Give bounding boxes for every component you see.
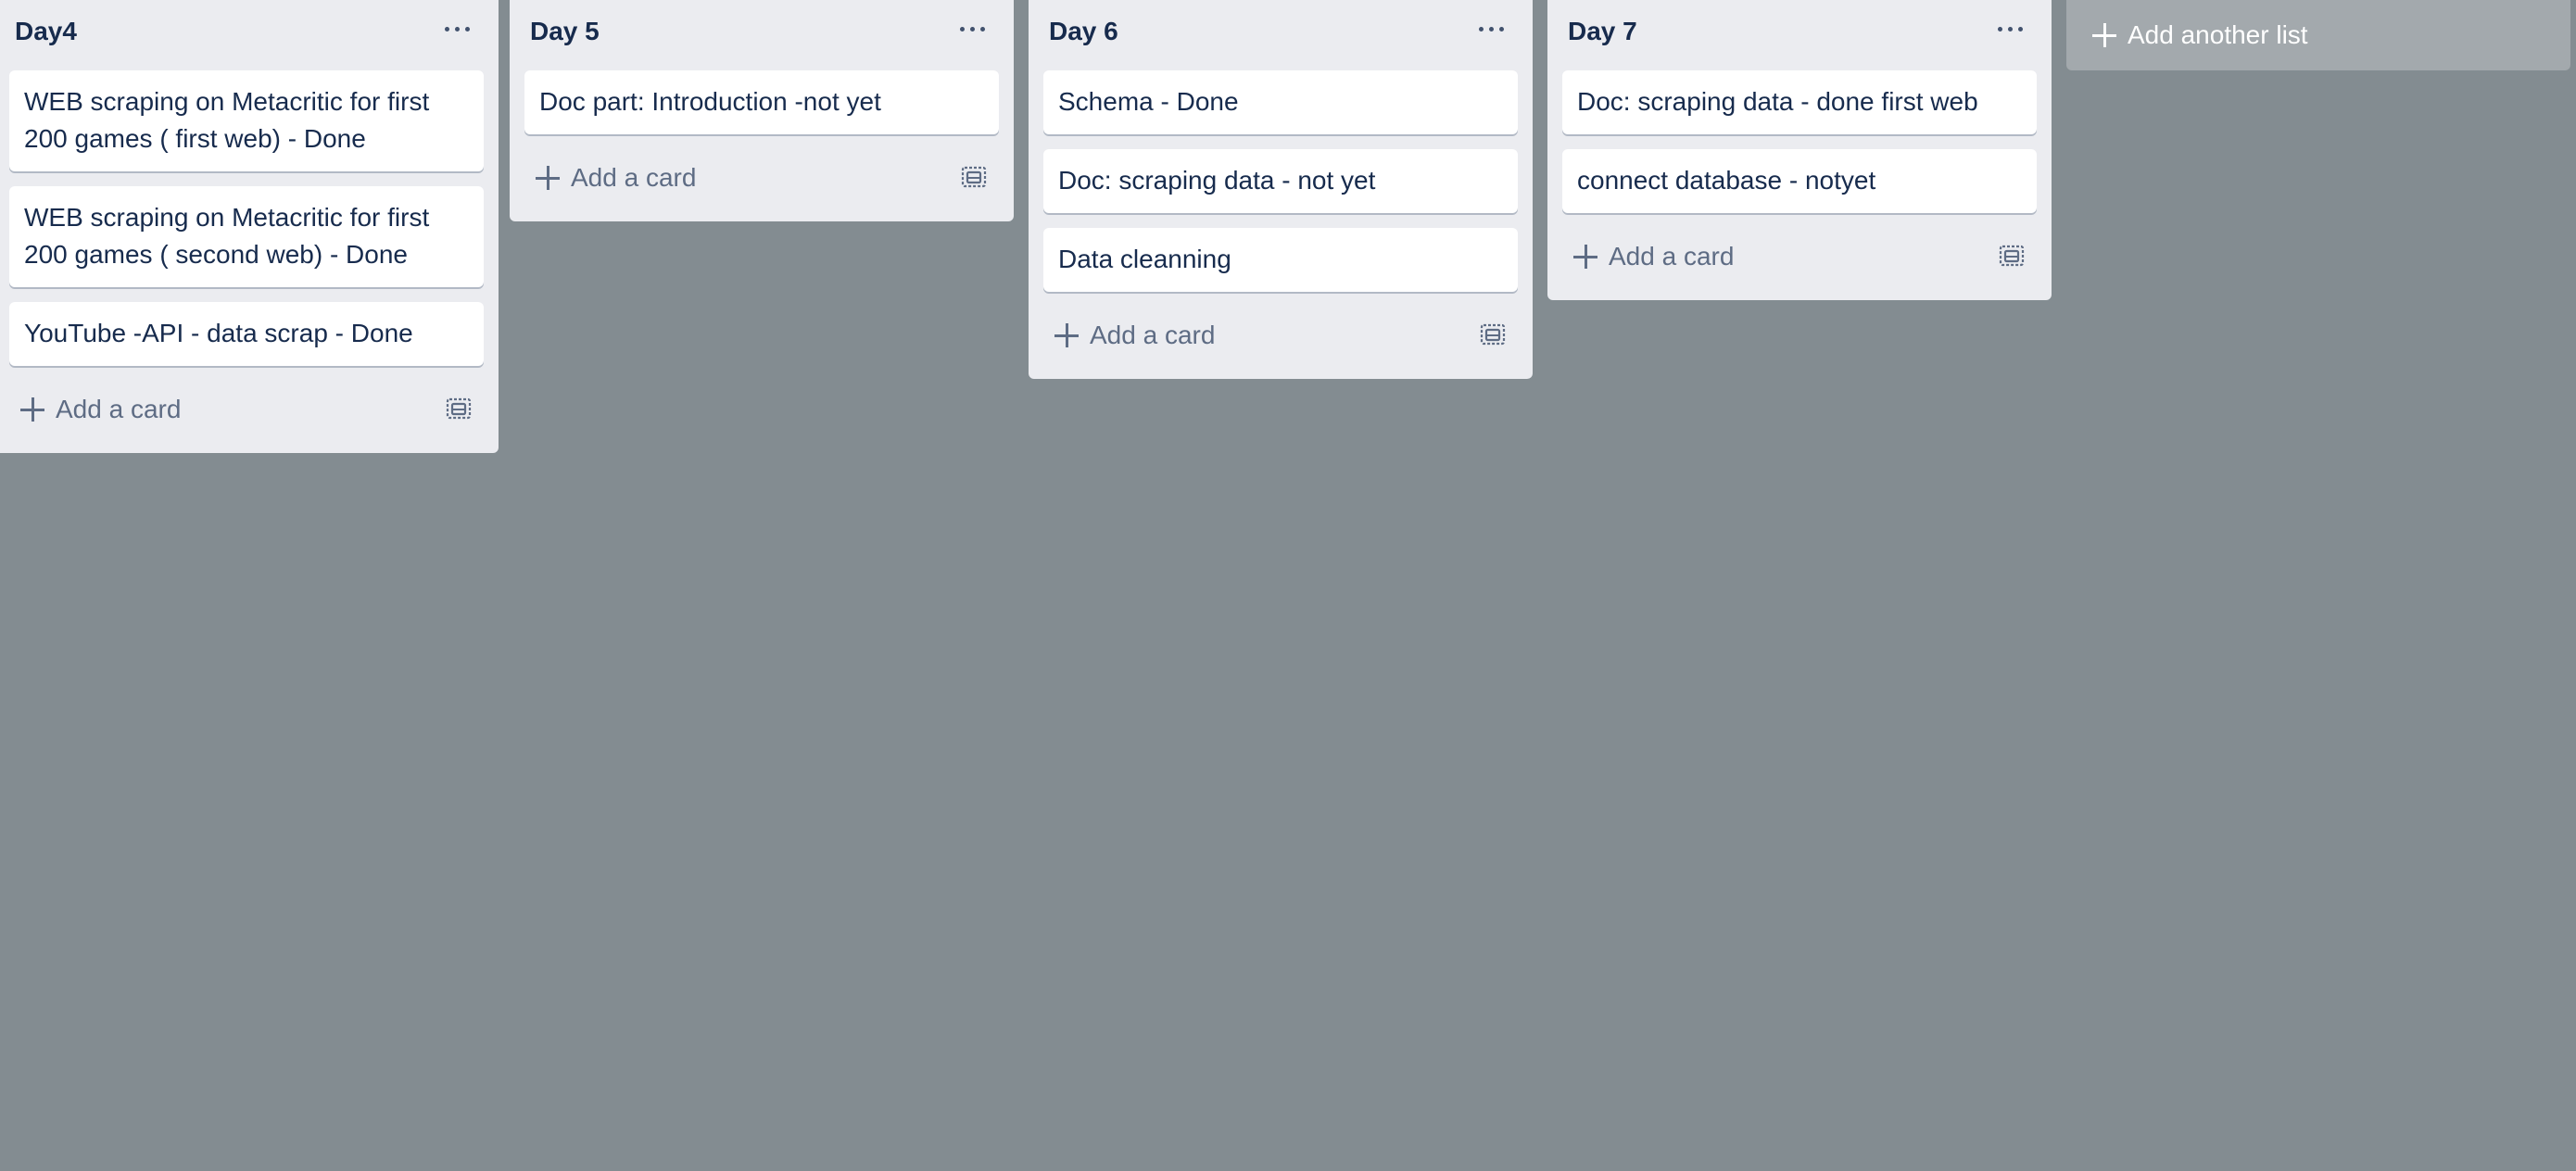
card-template-icon[interactable] [1998,243,2026,271]
card[interactable]: Data cleanning [1043,228,1518,292]
plus-icon [2092,23,2116,47]
card[interactable]: Doc: scraping data - not yet [1043,149,1518,213]
add-list-button[interactable]: Add another list [2066,0,2570,70]
card[interactable]: Schema - Done [1043,70,1518,134]
card[interactable]: YouTube -API - data scrap - Done [9,302,484,366]
list-footer: Add a card [1029,307,1533,379]
ellipsis-icon [445,27,471,32]
plus-icon [536,166,560,190]
list-header[interactable]: Day 6 [1029,0,1533,70]
add-card-label: Add a card [1609,242,1735,271]
list-footer: Add a card [510,149,1014,221]
card-template-icon[interactable] [960,164,988,192]
list-menu-button[interactable] [956,13,990,46]
list-header[interactable]: Day 5 [510,0,1014,70]
ellipsis-icon [1998,27,2024,32]
card-list: Schema - Done Doc: scraping data - not y… [1029,70,1533,292]
ellipsis-icon [960,27,986,32]
list-day6: Day 6 Schema - Done Doc: scraping data -… [1029,0,1533,379]
ellipsis-icon [1479,27,1505,32]
list-header[interactable]: Day4 [0,0,499,70]
card-list: Doc part: Introduction -not yet [510,70,1014,134]
list-header[interactable]: Day 7 [1547,0,2052,70]
plus-icon [1573,245,1597,269]
add-card-label: Add a card [571,163,697,192]
add-card-button[interactable]: Add a card [524,149,923,207]
list-title[interactable]: Day 7 [1568,19,1637,44]
list-footer: Add a card [1547,228,2052,300]
plus-icon [20,397,44,422]
board-canvas: Day4 WEB scraping on Metacritic for firs… [0,0,2576,1171]
card[interactable]: Doc: scraping data - done first web [1562,70,2037,134]
list-menu-button[interactable] [1994,13,2027,46]
list-menu-button[interactable] [1475,13,1509,46]
add-list-label: Add another list [2128,20,2308,49]
card[interactable]: WEB scraping on Metacritic for first 200… [9,70,484,171]
list-title[interactable]: Day 5 [530,19,600,44]
list-title[interactable]: Day 6 [1049,19,1118,44]
plus-icon [1054,323,1079,347]
add-card-label: Add a card [1090,321,1216,349]
add-card-button[interactable]: Add a card [1043,307,1442,364]
add-card-label: Add a card [56,395,182,423]
card[interactable]: Doc part: Introduction -not yet [524,70,999,134]
list-day4: Day4 WEB scraping on Metacritic for firs… [0,0,499,453]
list-day7: Day 7 Doc: scraping data - done first we… [1547,0,2052,300]
list-day5: Day 5 Doc part: Introduction -not yet Ad… [510,0,1014,221]
card[interactable]: connect database - notyet [1562,149,2037,213]
add-card-button[interactable]: Add a card [1562,228,1961,285]
card[interactable]: WEB scraping on Metacritic for first 200… [9,186,484,287]
card-list: WEB scraping on Metacritic for first 200… [0,70,499,366]
list-title[interactable]: Day4 [15,19,77,44]
list-menu-button[interactable] [441,13,474,46]
card-template-icon[interactable] [445,396,473,423]
card-list: Doc: scraping data - done first web conn… [1547,70,2052,213]
add-card-button[interactable]: Add a card [9,381,408,438]
card-template-icon[interactable] [1479,321,1507,349]
list-footer: Add a card [0,381,499,453]
